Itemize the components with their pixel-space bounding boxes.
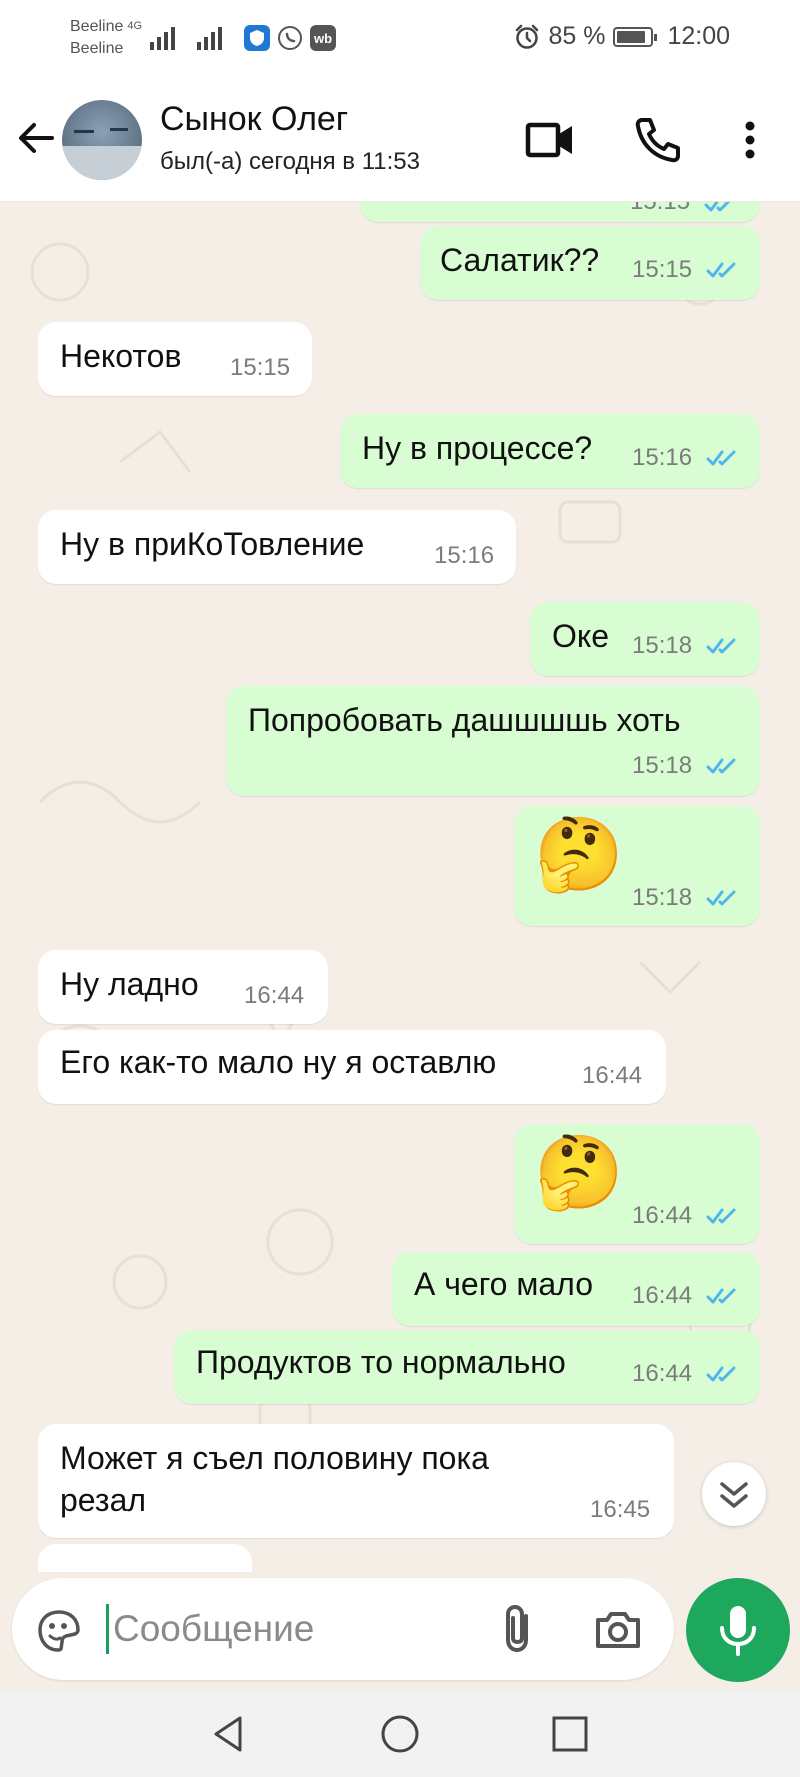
arrow-left-icon[interactable] [16, 118, 56, 158]
battery-icon [613, 26, 658, 47]
message-bubble-outgoing-emoji[interactable]: 🤔 16:44 [514, 1124, 760, 1244]
paperclip-icon[interactable] [496, 1602, 546, 1658]
message-bubble-partial[interactable]: 15:15 [360, 202, 760, 222]
alarm-icon [516, 24, 539, 49]
chat-area[interactable]: 15:15 Салатик?? 15:15 Некотов 15:15 Ну в… [0, 202, 800, 1572]
more-vert-icon[interactable] [724, 112, 776, 168]
voice-record-button[interactable] [686, 1578, 790, 1682]
message-time: 15:16 [434, 542, 495, 569]
status-left: Beeline Beeline 4G wb [70, 16, 337, 60]
nav-home-icon[interactable] [378, 1712, 422, 1756]
last-seen: был(-а) сегодня в 11:53 [160, 148, 421, 175]
carrier-2: Beeline [70, 40, 124, 57]
message-bubble-partial[interactable] [38, 1544, 252, 1572]
message-text: Оке [552, 618, 610, 654]
message-text: Ну в приКоТовление [60, 526, 365, 562]
status-right: 85 % 12:00 [514, 22, 730, 51]
message-bubble-outgoing[interactable]: А чего мало 16:44 [392, 1252, 760, 1326]
video-call-icon[interactable] [522, 112, 578, 168]
message-text: Его как-то мало ну я оставлю [60, 1044, 497, 1080]
message-time: 15:18 [632, 884, 693, 911]
read-ticks-icon [706, 1366, 736, 1382]
camera-icon[interactable] [592, 1604, 644, 1656]
message-time: 16:44 [632, 1282, 693, 1309]
message-text-line-2: резал [60, 1482, 147, 1518]
message-bubble-outgoing-emoji[interactable]: 🤔 15:18 [514, 806, 760, 926]
avatar[interactable] [62, 100, 142, 180]
message-bubble-outgoing[interactable]: Ну в процессе? 15:16 [340, 414, 760, 488]
message-time: 15:16 [632, 444, 693, 471]
message-time: 16:44 [582, 1062, 643, 1089]
message-time: 16:44 [632, 1360, 693, 1387]
message-text: А чего мало [414, 1266, 593, 1302]
message-composer [12, 1578, 674, 1680]
message-bubble-outgoing[interactable]: Попробовать дашшшшь хоть 15:18 [226, 686, 760, 796]
message-bubble-incoming[interactable]: Некотов 15:15 [38, 322, 312, 396]
battery-percent: 85 % [548, 22, 606, 50]
thinking-face-emoji: 🤔 [534, 1130, 624, 1214]
message-time: 15:15 [632, 256, 693, 283]
message-time: 15:15 [230, 354, 291, 381]
carrier-names: Beeline Beeline [70, 16, 123, 60]
phone-icon[interactable] [630, 112, 686, 168]
scroll-to-bottom-button[interactable] [702, 1462, 766, 1526]
message-text: Некотов [60, 338, 182, 374]
message-input[interactable] [106, 1604, 486, 1654]
carrier-1: Beeline [70, 18, 124, 35]
read-ticks-icon [706, 450, 736, 466]
message-text: Ну в процессе? [362, 430, 593, 466]
thinking-face-emoji: 🤔 [534, 812, 624, 896]
shield-app-icon [244, 25, 271, 51]
message-text-line-1: Может я съел половину пока [60, 1440, 489, 1476]
notification-icons: wb [244, 25, 337, 51]
microphone-icon [720, 1606, 756, 1656]
message-bubble-incoming[interactable]: Его как-то мало ну я оставлю 16:44 [38, 1030, 666, 1104]
chevron-double-down-icon [720, 1482, 748, 1508]
message-text: Салатик?? [440, 242, 600, 278]
system-nav-bar [0, 1690, 800, 1777]
message-bubble-outgoing[interactable]: Оке 15:18 [530, 602, 760, 676]
message-time: 16:44 [632, 1202, 693, 1229]
read-ticks-icon [706, 638, 736, 654]
network-type: 4G [127, 20, 143, 32]
read-ticks-icon [706, 890, 736, 906]
read-ticks-icon [706, 758, 736, 774]
message-time: 15:15 [630, 202, 690, 216]
wb-app-icon: wb [310, 25, 337, 51]
message-text: Попробовать дашшшшь хоть [248, 702, 681, 738]
whatsapp-icon [278, 26, 303, 50]
message-time: 16:45 [590, 1496, 651, 1523]
read-ticks-icon [704, 202, 731, 212]
chat-header: Сынок Олег был(-а) сегодня в 11:53 [0, 78, 800, 202]
message-bubble-incoming[interactable]: Ну ладно 16:44 [38, 950, 328, 1024]
message-bubble-incoming[interactable]: Может я съел половину пока резал 16:45 [38, 1424, 674, 1538]
status-bar: Beeline Beeline 4G wb 85 % 12:00 [0, 0, 800, 78]
contact-name[interactable]: Сынок Олег [160, 100, 348, 139]
message-text: Ну ладно [60, 966, 199, 1002]
message-bubble-outgoing[interactable]: Салатик?? 15:15 [420, 226, 760, 300]
clock: 12:00 [667, 22, 730, 50]
message-text: Продуктов то нормально [196, 1344, 566, 1380]
signal-icon [150, 26, 176, 50]
nav-recents-icon[interactable] [548, 1712, 592, 1756]
message-bubble-outgoing[interactable]: Продуктов то нормально 16:44 [174, 1330, 760, 1404]
read-ticks-icon [706, 1288, 736, 1304]
message-time: 15:18 [632, 632, 693, 659]
message-time: 16:44 [244, 982, 305, 1009]
sticker-icon[interactable] [34, 1606, 84, 1656]
read-ticks-icon [706, 1208, 736, 1224]
nav-back-icon[interactable] [206, 1712, 250, 1756]
message-time: 15:18 [632, 752, 693, 779]
message-bubble-incoming[interactable]: Ну в приКоТовление 15:16 [38, 510, 516, 584]
signal-2-icon [197, 26, 223, 50]
read-ticks-icon [706, 262, 736, 278]
